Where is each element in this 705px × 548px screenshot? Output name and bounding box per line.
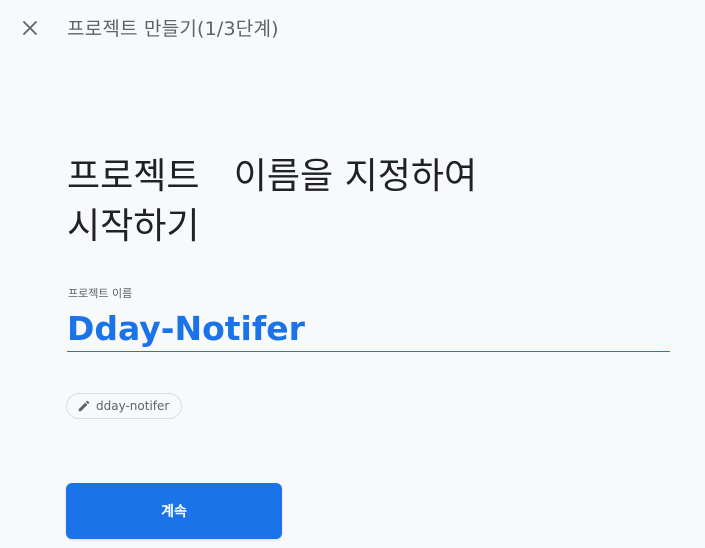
project-name-input[interactable] (67, 305, 670, 352)
pencil-icon (78, 400, 90, 412)
project-id-label: dday-notifer (96, 399, 170, 413)
page-headline: 프로젝트 이름을 지정하여 시작하기 (67, 152, 667, 252)
project-name-label: 프로젝트 이름 (68, 287, 133, 300)
step-title: 프로젝트 만들기(1/3단계) (67, 18, 279, 40)
continue-button[interactable]: 계속 (66, 483, 282, 539)
headline-line-1: 프로젝트 이름을 지정하여 (67, 156, 478, 197)
top-bar: 프로젝트 만들기(1/3단계) (0, 0, 705, 56)
headline-line-2: 시작하기 (67, 206, 200, 247)
close-button[interactable] (14, 12, 46, 44)
create-project-page: 프로젝트 만들기(1/3단계) 프로젝트 이름을 지정하여 시작하기 프로젝트 … (0, 0, 705, 548)
close-icon (23, 21, 37, 35)
project-id-chip[interactable]: dday-notifer (66, 393, 183, 419)
